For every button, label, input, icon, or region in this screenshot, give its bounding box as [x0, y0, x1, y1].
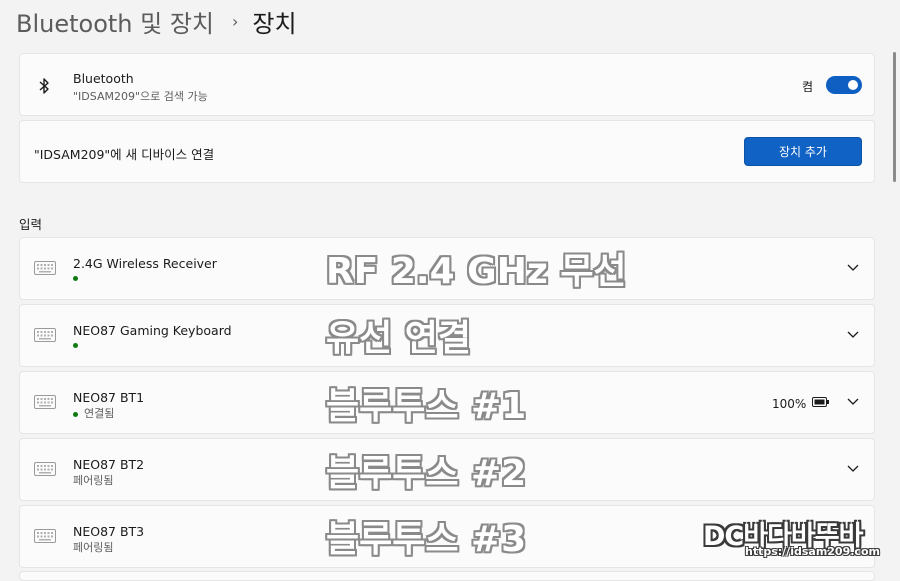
device-status: 페어링됨: [73, 541, 114, 554]
bluetooth-subtitle: "IDSAM209"으로 검색 가능: [73, 90, 208, 103]
status-dot-icon: [73, 342, 78, 348]
device-row[interactable]: NEO87 BT1 연결됨 100%: [19, 371, 875, 434]
battery-percent: 100%: [772, 397, 807, 411]
watermark-logo: DC바다바뚜바 https://idsam209.com: [703, 514, 881, 560]
device-row[interactable]: NEO87 BT2 페어링됨: [19, 438, 875, 501]
chevron-down-icon[interactable]: [846, 396, 860, 408]
breadcrumb: Bluetooth 및 장치 › 장치: [16, 4, 297, 38]
chevron-down-icon[interactable]: [846, 262, 860, 274]
device-status: [73, 271, 84, 284]
bluetooth-title: Bluetooth: [73, 71, 134, 86]
add-device-text: "IDSAM209"에 새 디바이스 연결: [34, 147, 215, 162]
device-status: 연결됨: [73, 405, 114, 421]
scrollbar-thumb[interactable]: [893, 52, 896, 182]
toggle-state-label: 켬: [802, 80, 814, 94]
device-name: NEO87 Gaming Keyboard: [73, 323, 232, 338]
bluetooth-toggle[interactable]: [826, 76, 862, 94]
device-name: NEO87 BT2: [73, 457, 145, 472]
chevron-down-icon[interactable]: [846, 329, 860, 341]
status-dot-icon: [73, 411, 78, 417]
watermark-url: https://idsam209.com: [745, 545, 880, 558]
breadcrumb-separator-icon: ›: [232, 11, 239, 31]
device-row[interactable]: 2.4G Wireless Receiver: [19, 237, 875, 300]
page-title: 장치: [252, 9, 297, 38]
section-label-input: 입력: [19, 217, 43, 232]
breadcrumb-parent[interactable]: Bluetooth 및 장치: [16, 4, 214, 39]
device-name: NEO87 BT3: [73, 524, 145, 539]
device-status: 페어링됨: [73, 474, 114, 487]
device-row-partial: [19, 571, 875, 581]
add-device-card: "IDSAM209"에 새 디바이스 연결 장치 추가: [19, 120, 875, 183]
keyboard-icon: [34, 328, 56, 342]
device-name: NEO87 BT1: [73, 390, 145, 405]
keyboard-icon: [34, 529, 56, 543]
battery-icon: [812, 397, 829, 407]
bluetooth-icon: [39, 78, 49, 94]
device-row[interactable]: NEO87 Gaming Keyboard: [19, 304, 875, 367]
keyboard-icon: [34, 261, 56, 275]
add-device-button[interactable]: 장치 추가: [744, 137, 862, 166]
device-status: [73, 338, 84, 351]
status-dot-icon: [73, 275, 78, 281]
toggle-knob: [848, 80, 858, 90]
chevron-down-icon[interactable]: [846, 463, 860, 475]
device-name: 2.4G Wireless Receiver: [73, 256, 217, 271]
keyboard-icon: [34, 462, 56, 476]
bluetooth-card: Bluetooth "IDSAM209"으로 검색 가능 켬: [19, 53, 875, 116]
keyboard-icon: [34, 395, 56, 409]
